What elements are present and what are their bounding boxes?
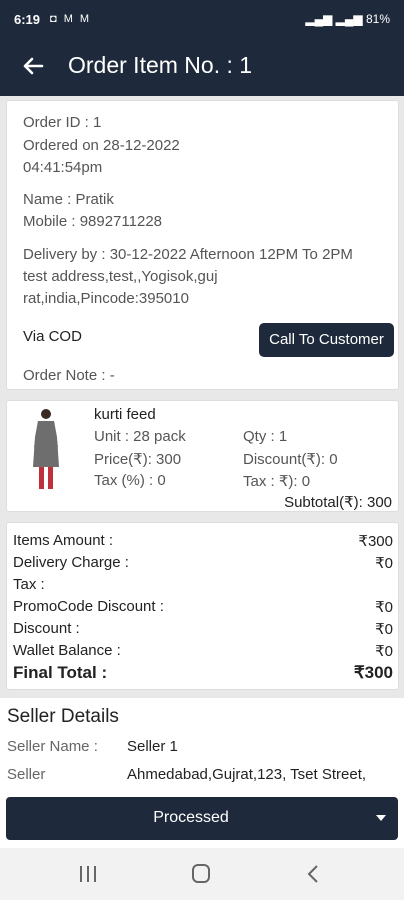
home-icon[interactable] bbox=[186, 862, 216, 886]
address-line-2: rat,india,Pincode:395010 bbox=[23, 290, 189, 307]
item-name: kurti feed bbox=[94, 406, 156, 423]
seller-address-label: Seller bbox=[7, 766, 46, 783]
ordered-on-time: 04:41:54pm bbox=[23, 159, 103, 176]
signal-icon: ▂▄▆ ▂▄▆ bbox=[305, 12, 366, 26]
amounts-card: Items Amount : ₹300 Delivery Charge : ₹0 T… bbox=[6, 522, 399, 690]
recent-apps-icon[interactable] bbox=[73, 862, 103, 886]
app-bar: Order Item No. : 1 bbox=[0, 38, 404, 96]
item-discount: Discount(₹): 0 bbox=[243, 451, 338, 468]
delivery-by: Delivery by : 30-12-2022 Afternoon 12PM … bbox=[23, 246, 353, 263]
address-line-1: test address,test,,Yogisok,guj bbox=[23, 268, 218, 285]
back-arrow-icon[interactable] bbox=[18, 51, 48, 81]
seller-details-title: Seller Details bbox=[7, 706, 119, 727]
order-info-card: Order ID : 1 Ordered on 28-12-2022 04:41… bbox=[6, 100, 399, 390]
seller-name-label: Seller Name : bbox=[7, 738, 98, 755]
item-subtotal: Subtotal(₹): 300 bbox=[284, 494, 392, 511]
order-status-dropdown[interactable]: Processed bbox=[6, 797, 398, 840]
customer-mobile: Mobile : 9892711228 bbox=[23, 213, 162, 230]
payment-method: Via COD bbox=[23, 328, 82, 345]
product-image bbox=[33, 409, 59, 489]
order-id: Order ID : 1 bbox=[23, 114, 102, 131]
status-time: 6:19 bbox=[14, 12, 41, 27]
seller-name-value: Seller 1 bbox=[127, 738, 178, 755]
notification-icons: ◘ M M bbox=[50, 13, 92, 25]
battery-percent: ▂▄▆ ▂▄▆ 81% bbox=[305, 12, 390, 26]
order-note: Order Note : - bbox=[23, 367, 115, 384]
call-customer-button[interactable]: Call To Customer bbox=[259, 323, 394, 357]
item-unit: Unit : 28 pack bbox=[94, 428, 186, 445]
order-item-card: kurti feed Unit : 28 pack Qty : 1 Price(… bbox=[6, 400, 399, 512]
back-nav-icon[interactable] bbox=[299, 862, 329, 886]
item-tax-percent: Tax (%) : 0 bbox=[94, 472, 166, 489]
item-qty: Qty : 1 bbox=[243, 428, 288, 445]
system-nav-bar bbox=[0, 848, 404, 900]
page-title: Order Item No. : 1 bbox=[68, 52, 253, 78]
item-price: Price(₹): 300 bbox=[94, 451, 182, 468]
order-status-value: Processed bbox=[153, 809, 229, 826]
dropdown-caret-icon bbox=[376, 815, 386, 821]
seller-address-value: Ahmedabad,Gujrat,123, Tset Street, bbox=[127, 766, 367, 783]
status-bar: 6:19 ◘ M M ▂▄▆ ▂▄▆ 81% bbox=[0, 0, 404, 38]
ordered-on-date: Ordered on 28-12-2022 bbox=[23, 137, 180, 154]
customer-name: Name : Pratik bbox=[23, 191, 114, 208]
item-tax-amount: Tax : ₹): 0 bbox=[243, 473, 311, 490]
